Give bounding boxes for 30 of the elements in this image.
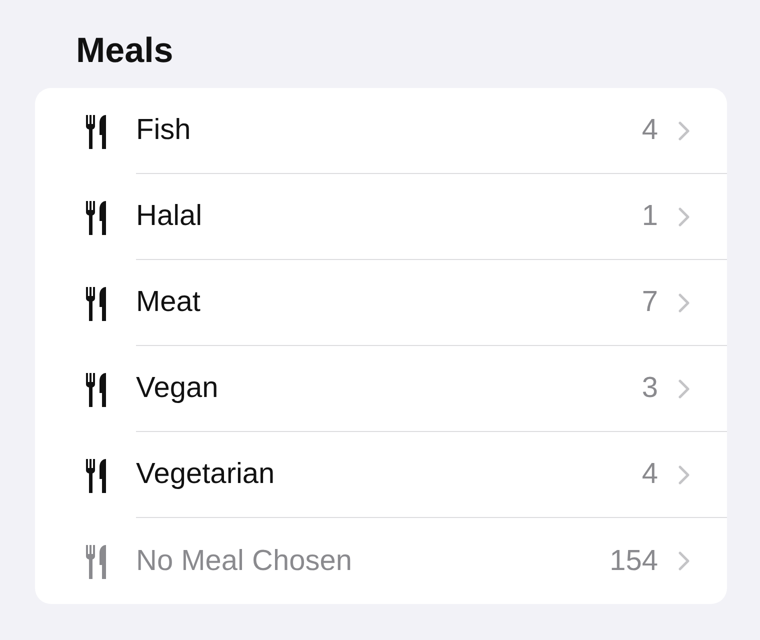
chevron-icon — [678, 378, 690, 398]
fork-knife-icon — [85, 114, 109, 150]
fork-knife-icon — [85, 544, 109, 580]
row-label: No Meal Chosen — [136, 544, 353, 578]
fork-knife-icon — [85, 200, 109, 236]
row-label: Fish — [136, 114, 192, 147]
row-count: 4 — [642, 114, 658, 147]
fork-knife-icon — [85, 458, 109, 494]
row-label: Vegan — [136, 372, 220, 405]
chevron-icon — [678, 120, 690, 140]
chevron-icon — [678, 206, 690, 226]
row-count: 1 — [642, 200, 658, 233]
list-row[interactable]: Meat 7 — [35, 260, 727, 346]
row-label: Vegetarian — [136, 458, 276, 491]
fork-knife-icon — [85, 372, 109, 408]
row-count: 3 — [642, 372, 658, 405]
list-row[interactable]: Halal 1 — [35, 174, 727, 260]
row-label: Meat — [136, 286, 202, 319]
fork-knife-icon — [85, 286, 109, 322]
chevron-icon — [678, 464, 690, 484]
chevron-icon — [678, 292, 690, 312]
list-row[interactable]: Vegetarian 4 — [35, 432, 727, 518]
row-count: 4 — [642, 458, 658, 491]
list-row[interactable]: Vegan 3 — [35, 346, 727, 432]
row-count: 7 — [642, 286, 658, 319]
row-label: Halal — [136, 200, 204, 233]
list-row[interactable]: Fish 4 — [35, 88, 727, 174]
chevron-icon — [678, 551, 690, 571]
row-count: 154 — [610, 544, 658, 578]
section-title: Meals — [76, 30, 174, 72]
